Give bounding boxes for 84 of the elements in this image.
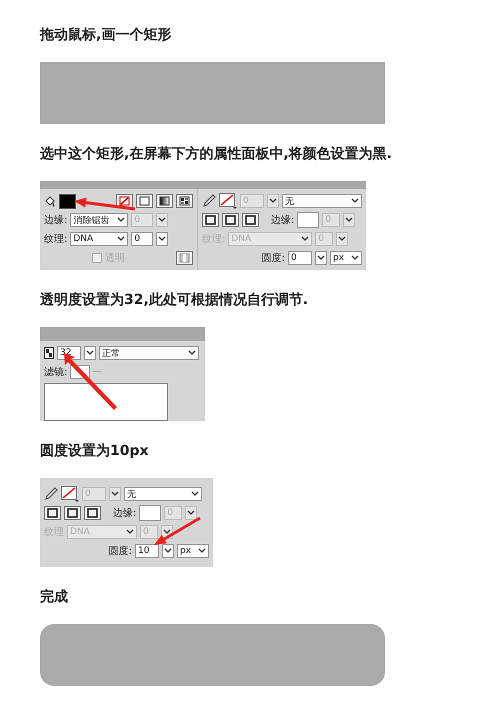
dropdown-button[interactable] xyxy=(84,346,96,360)
input-field[interactable] xyxy=(297,212,320,228)
field-label: 圆度: xyxy=(262,252,285,265)
step-caption: 完成 xyxy=(40,588,69,607)
caret-icon xyxy=(126,529,134,535)
stroke-color-swatch[interactable] xyxy=(61,486,79,502)
pattern-fill-button[interactable] xyxy=(176,194,193,208)
pencil-icon xyxy=(44,487,58,501)
dropdown: DNA xyxy=(228,232,312,246)
caret-icon xyxy=(269,198,277,204)
caret-icon xyxy=(86,350,94,356)
caret-icon xyxy=(198,548,206,554)
caret-icon xyxy=(338,236,346,242)
pointer-arrow xyxy=(152,516,202,547)
step-caption: 选中这个矩形,在屏幕下方的属性面板中,将颜色设置为黑. xyxy=(40,144,393,164)
step-caption: 拖动鼠标,画一个矩形 xyxy=(40,26,172,45)
dropdown-button[interactable] xyxy=(156,213,168,227)
dropdown: DNA xyxy=(67,525,137,539)
input-field: 0 xyxy=(322,213,340,227)
paint-bucket-icon xyxy=(44,194,56,208)
dropdown-button[interactable] xyxy=(315,251,327,265)
stroke-inside-button[interactable] xyxy=(44,506,61,520)
minus-icon xyxy=(93,370,102,374)
caret-icon xyxy=(117,217,126,223)
dropdown-button[interactable] xyxy=(162,544,174,558)
caret-icon xyxy=(164,548,172,554)
caret-icon xyxy=(317,255,325,261)
input-field: 0 xyxy=(164,506,182,520)
caret-icon xyxy=(163,529,171,535)
caret-icon xyxy=(351,198,359,204)
stroke-color-swatch[interactable] xyxy=(219,193,237,209)
checkbox[interactable] xyxy=(92,253,102,263)
caret-icon xyxy=(351,255,359,261)
field-label: 边缘: xyxy=(44,214,68,227)
caret-icon xyxy=(187,510,196,516)
caret-icon xyxy=(158,217,166,223)
caret-icon xyxy=(117,236,126,242)
caret-icon xyxy=(345,217,354,223)
solid-fill-button[interactable] xyxy=(136,194,153,208)
input-field: 0 xyxy=(82,487,106,501)
input-field: 0 xyxy=(140,525,158,539)
stroke-center-button[interactable] xyxy=(64,506,81,520)
input-field[interactable]: 0 xyxy=(288,251,312,265)
stroke-center-button[interactable] xyxy=(222,213,239,227)
step-caption: 圆度设置为10px xyxy=(40,442,150,461)
caret-icon xyxy=(188,350,196,356)
dropdown[interactable]: px xyxy=(330,251,362,265)
field-label: 圆度: xyxy=(108,544,132,558)
fill-color-swatch[interactable] xyxy=(59,194,76,208)
input-field: 0 xyxy=(131,213,154,227)
dropdown-button[interactable] xyxy=(267,194,279,208)
field-label: 边缘: xyxy=(271,214,294,227)
input-field[interactable]: 10 xyxy=(135,544,159,558)
dropdown[interactable]: 无 xyxy=(282,194,362,208)
stroke-outside-button[interactable] xyxy=(84,506,101,520)
dropdown[interactable]: DNA xyxy=(70,232,128,246)
input-field: 0 xyxy=(315,232,334,246)
stroke-inside-button[interactable] xyxy=(202,213,219,227)
dropdown-button[interactable] xyxy=(156,232,168,246)
stroke-outside-button[interactable] xyxy=(242,213,259,227)
dropdown-button[interactable] xyxy=(185,506,198,520)
dropdown[interactable]: 消除锯齿 xyxy=(70,213,128,227)
dropdown[interactable]: 正常 xyxy=(99,346,199,360)
pointer-arrow xyxy=(72,195,138,212)
dropdown[interactable]: px xyxy=(177,544,209,558)
caret-icon xyxy=(158,236,166,242)
opacity-icon xyxy=(44,347,54,359)
caret-icon xyxy=(191,491,199,497)
input-field[interactable]: 0 xyxy=(131,232,154,246)
field-label: 滤镜: xyxy=(44,366,68,379)
input-field[interactable] xyxy=(139,505,162,521)
caret-icon xyxy=(301,236,310,242)
dropdown-button[interactable] xyxy=(109,487,121,501)
texture-button[interactable] xyxy=(176,251,193,265)
input-field: 0 xyxy=(240,194,264,208)
dropdown-button[interactable] xyxy=(343,213,356,227)
gradient-fill-button[interactable] xyxy=(156,194,173,208)
dropdown[interactable]: 无 xyxy=(124,487,202,501)
dropdown-button[interactable] xyxy=(336,232,348,246)
caret-icon xyxy=(111,491,119,497)
pencil-icon xyxy=(202,194,216,208)
step-caption: 透明度设置为32,此处可根据情况自行调节. xyxy=(40,290,310,310)
field-label: 边缘: xyxy=(113,506,136,520)
field-label: 纹理: xyxy=(44,233,68,246)
